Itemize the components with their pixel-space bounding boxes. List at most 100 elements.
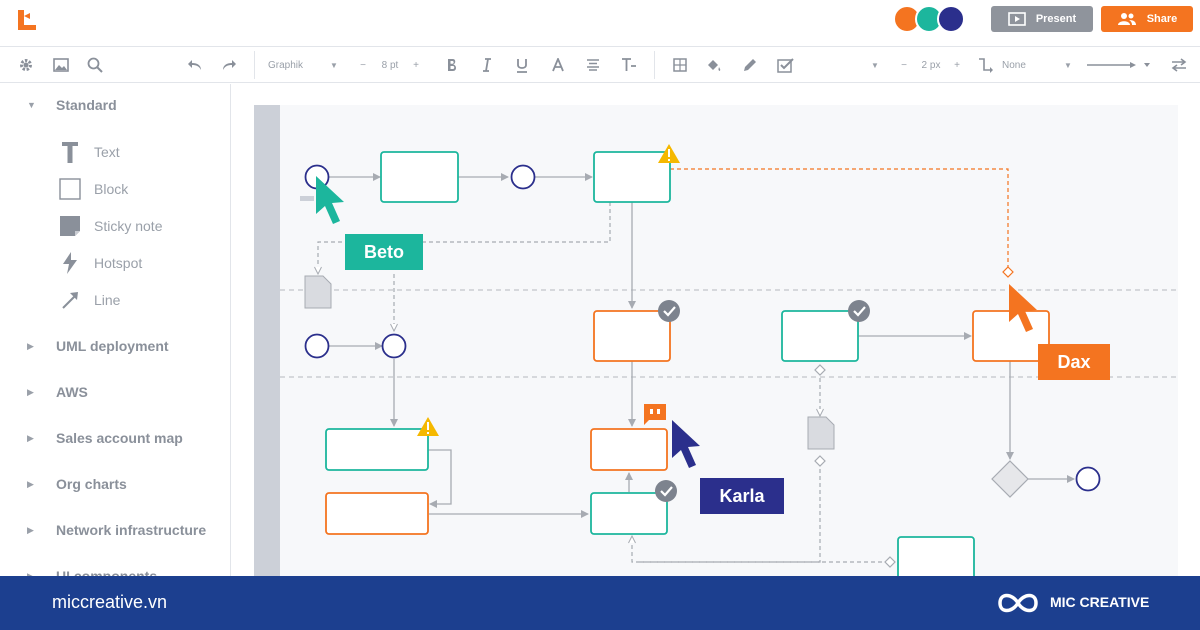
check-icon [848, 300, 870, 322]
shape-library-sidebar: ▼ Standard Text Block Sticky note Hotspo… [0, 84, 231, 576]
line-icon [62, 292, 78, 309]
line-width-field[interactable]: 2 px [916, 47, 946, 83]
paint-bucket-icon [708, 59, 721, 71]
shape-text[interactable]: Text [56, 139, 226, 165]
swimlane-header [254, 105, 280, 576]
present-button[interactable]: Present [991, 6, 1093, 32]
document-shape[interactable] [304, 275, 332, 309]
font-color-button[interactable] [548, 47, 568, 83]
category-label: Network infrastructure [56, 522, 207, 538]
fill-color-button[interactable] [704, 47, 724, 83]
line-width-decrease-button[interactable]: − [898, 47, 910, 83]
caret-right-icon: ▶ [27, 386, 34, 397]
line-start-select[interactable]: None ▼ [1002, 47, 1072, 83]
caret-right-icon: ▶ [27, 432, 34, 443]
category-network-infrastructure[interactable]: ▶ Network infrastructure [0, 519, 230, 541]
category-uml-deployment[interactable]: ▶ UML deployment [0, 335, 230, 357]
bold-button[interactable] [442, 47, 462, 83]
shape-hotspot[interactable]: Hotspot [56, 250, 226, 276]
swap-arrows-icon [1171, 58, 1187, 72]
image-button[interactable] [49, 47, 73, 83]
document-shape[interactable] [807, 416, 835, 450]
user-name: Beto [364, 241, 404, 262]
lucidchart-logo-icon[interactable] [16, 8, 38, 32]
italic-button[interactable] [477, 47, 497, 83]
category-label: UML deployment [56, 338, 169, 354]
diagram-canvas[interactable]: Beto Dax Karla [232, 84, 1200, 576]
category-ui-components[interactable]: ▶ UI components [0, 565, 230, 576]
font-size-increase-button[interactable]: + [410, 47, 422, 83]
search-button[interactable] [83, 47, 107, 83]
undo-icon [188, 60, 201, 70]
user-name: Dax [1057, 351, 1091, 372]
chevron-down-icon: ▼ [1064, 60, 1072, 70]
user-tag-karla: Karla [700, 478, 784, 514]
arrow-line-icon [1087, 62, 1150, 68]
font-size-field[interactable]: 8 pt [376, 47, 404, 83]
swap-button[interactable] [1168, 47, 1190, 83]
present-label: Present [1035, 13, 1077, 25]
footer-brand: MIC CREATIVE [1050, 594, 1150, 610]
text-options-icon [622, 58, 636, 71]
divider [654, 51, 655, 79]
table-icon [673, 58, 687, 72]
underline-button[interactable] [512, 47, 532, 83]
caret-down-icon: ▼ [27, 100, 36, 110]
align-button[interactable] [583, 47, 603, 83]
line-style-dropdown[interactable]: ▼ [869, 47, 881, 83]
image-icon [53, 58, 69, 72]
settings-button[interactable] [14, 47, 38, 83]
share-button[interactable]: Share [1101, 6, 1193, 32]
underline-icon [517, 58, 527, 73]
collaborator-avatars[interactable] [893, 5, 973, 33]
share-label: Share [1146, 13, 1178, 25]
text-options-button[interactable] [618, 47, 640, 83]
minus-icon: − [901, 59, 907, 71]
mic-creative-logo-icon [998, 593, 1038, 613]
pencil-icon [743, 58, 756, 71]
footer-url[interactable]: miccreative.vn [52, 592, 167, 613]
shape-line[interactable]: Line [56, 287, 226, 313]
align-center-icon [587, 59, 599, 71]
line-width-increase-button[interactable]: + [951, 47, 963, 83]
table-button[interactable] [670, 47, 690, 83]
elbow-connector-icon [979, 58, 993, 73]
divider [254, 51, 255, 79]
category-standard[interactable]: ▼ Standard [0, 94, 230, 116]
toolbar: Graphik ▼ − 8 pt + ▼ − 2 px + None ▼ [0, 46, 1200, 83]
connector-style-button[interactable] [975, 47, 997, 83]
block-icon [59, 178, 81, 200]
search-icon [87, 57, 103, 73]
line-width-value: 2 px [921, 59, 941, 71]
font-color-icon [552, 58, 564, 72]
undo-button[interactable] [184, 47, 206, 83]
user-tag-dax: Dax [1038, 344, 1110, 380]
check-icon [658, 300, 680, 322]
category-label: AWS [56, 384, 88, 400]
category-label: UI components [56, 568, 158, 576]
caret-right-icon: ▶ [27, 340, 34, 351]
checklist-icon [777, 58, 794, 73]
line-end-select[interactable] [1084, 47, 1154, 83]
gear-icon [20, 59, 32, 71]
category-org-charts[interactable]: ▶ Org charts [0, 473, 230, 495]
font-family-select[interactable]: Graphik ▼ [268, 47, 344, 83]
more-options-button[interactable] [775, 47, 797, 83]
category-aws[interactable]: ▶ AWS [0, 381, 230, 403]
user-name: Karla [719, 485, 765, 506]
avatar[interactable] [937, 5, 965, 33]
category-sales-account-map[interactable]: ▶ Sales account map [0, 427, 230, 449]
plus-icon: + [413, 59, 419, 71]
category-label: Sales account map [56, 430, 183, 446]
shape-label: Hotspot [94, 255, 143, 271]
font-family-value: Graphik [268, 59, 304, 71]
text-icon [62, 142, 78, 163]
font-size-decrease-button[interactable]: − [357, 47, 369, 83]
line-color-button[interactable] [739, 47, 759, 83]
font-size-value: 8 pt [381, 59, 399, 71]
shape-block[interactable]: Block [56, 176, 226, 202]
chevron-down-icon: ▼ [871, 60, 879, 70]
redo-button[interactable] [218, 47, 240, 83]
shape-sticky-note[interactable]: Sticky note [56, 213, 226, 239]
line-start-value: None [1002, 59, 1026, 71]
